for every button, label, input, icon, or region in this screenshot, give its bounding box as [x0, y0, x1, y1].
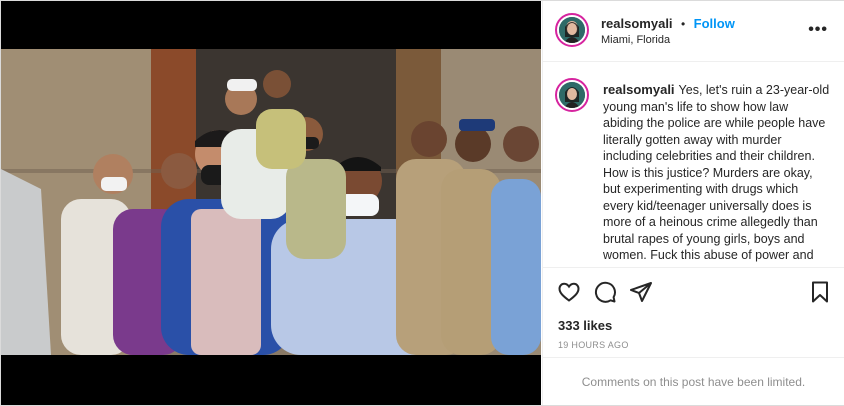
post-photo	[1, 49, 541, 355]
post-caption: realsomyali Yes, let's ruin a 23-year-old…	[603, 82, 831, 264]
post-timestamp[interactable]: 19 HOURS AGO	[558, 340, 629, 350]
paper-plane-icon[interactable]	[629, 280, 653, 304]
follow-button[interactable]: Follow	[694, 16, 735, 31]
location-link[interactable]: Miami, Florida	[601, 34, 670, 46]
caption-avatar-photo	[559, 82, 585, 108]
separator-dot: •	[681, 17, 686, 31]
comments-limited-notice: Comments on this post have been limited.	[543, 357, 844, 406]
heart-icon[interactable]	[557, 280, 581, 304]
caption-avatar[interactable]	[555, 78, 589, 112]
action-bar	[543, 267, 844, 314]
avatar-image	[559, 17, 585, 43]
header-username[interactable]: realsomyali	[601, 16, 673, 31]
post-side-panel: realsomyali • Follow Miami, Florida •••	[542, 1, 844, 405]
avatar-photo	[559, 17, 585, 43]
bookmark-icon[interactable]	[808, 280, 832, 304]
comments-section[interactable]: realsomyali Yes, let's ruin a 23-year-old…	[543, 62, 844, 267]
avatar[interactable]	[555, 13, 589, 47]
caption-text: Yes, let's ruin a 23-year-old young man'…	[603, 83, 830, 262]
post-frame: realsomyali • Follow Miami, Florida •••	[0, 0, 844, 406]
like-count[interactable]: 333 likes	[558, 318, 612, 333]
post-media[interactable]	[1, 1, 541, 405]
comment-icon[interactable]	[593, 280, 617, 304]
caption-avatar-image	[559, 82, 585, 108]
caption-username[interactable]: realsomyali	[603, 82, 675, 97]
more-options-button[interactable]: •••	[808, 21, 828, 39]
post-header: realsomyali • Follow Miami, Florida •••	[543, 1, 844, 62]
header-title-row: realsomyali • Follow	[601, 15, 735, 33]
